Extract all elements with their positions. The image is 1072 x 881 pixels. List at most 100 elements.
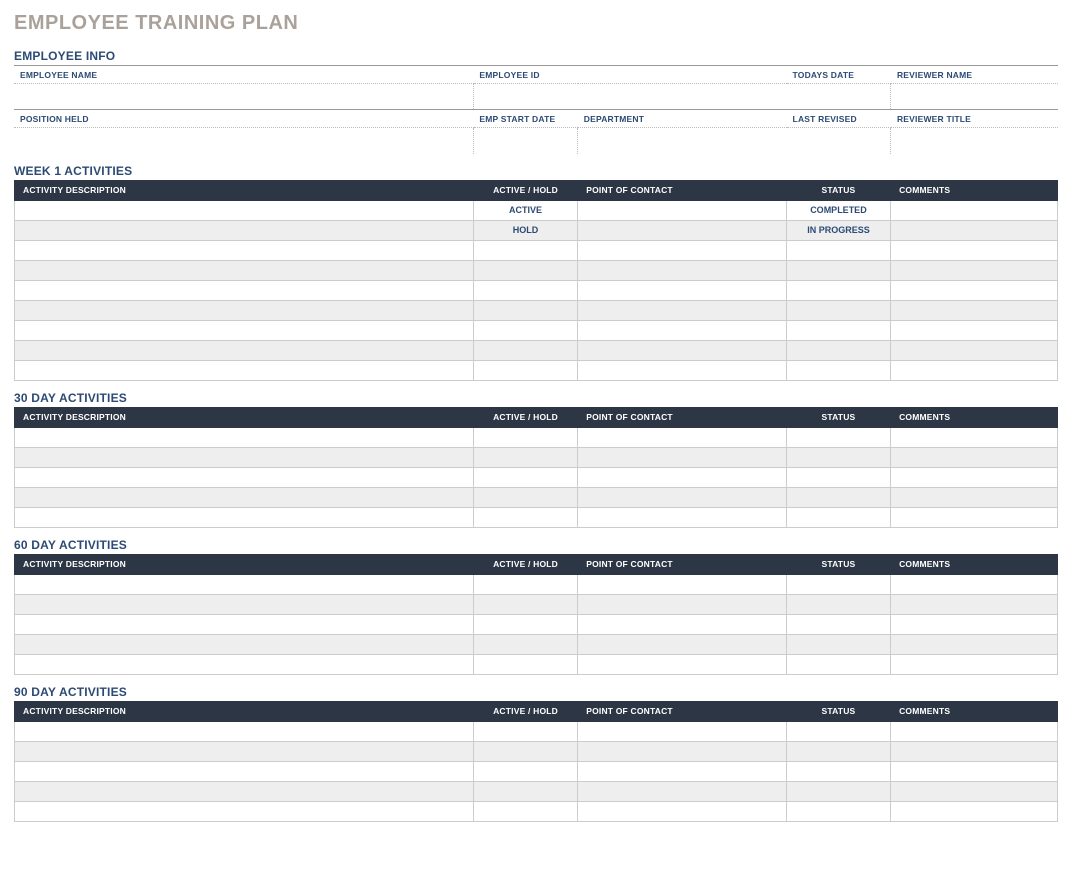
cell-active-hold[interactable]: [473, 360, 577, 380]
cell-status[interactable]: IN PROGRESS: [786, 220, 890, 240]
cell-status[interactable]: [786, 721, 890, 741]
cell-point-of-contact[interactable]: [578, 634, 787, 654]
cell-activity-description[interactable]: [15, 220, 474, 240]
cell-point-of-contact[interactable]: [578, 654, 787, 674]
cell-activity-description[interactable]: [15, 781, 474, 801]
cell-active-hold[interactable]: [473, 427, 577, 447]
cell-comments[interactable]: [891, 634, 1058, 654]
cell-comments[interactable]: [891, 360, 1058, 380]
cell-active-hold[interactable]: [473, 721, 577, 741]
cell-status[interactable]: [786, 634, 890, 654]
cell-comments[interactable]: [891, 467, 1058, 487]
input-position-held[interactable]: [14, 128, 473, 154]
cell-active-hold[interactable]: [473, 614, 577, 634]
cell-active-hold[interactable]: [473, 507, 577, 527]
cell-activity-description[interactable]: [15, 507, 474, 527]
cell-comments[interactable]: [891, 594, 1058, 614]
cell-activity-description[interactable]: [15, 594, 474, 614]
cell-activity-description[interactable]: [15, 340, 474, 360]
cell-active-hold[interactable]: [473, 447, 577, 467]
cell-point-of-contact[interactable]: [578, 360, 787, 380]
cell-active-hold[interactable]: [473, 761, 577, 781]
cell-point-of-contact[interactable]: [578, 200, 787, 220]
cell-status[interactable]: [786, 781, 890, 801]
cell-activity-description[interactable]: [15, 634, 474, 654]
cell-activity-description[interactable]: [15, 447, 474, 467]
cell-active-hold[interactable]: [473, 574, 577, 594]
cell-comments[interactable]: [891, 340, 1058, 360]
cell-active-hold[interactable]: [473, 320, 577, 340]
cell-point-of-contact[interactable]: [578, 320, 787, 340]
input-reviewer-title[interactable]: [891, 128, 1058, 154]
cell-active-hold[interactable]: [473, 634, 577, 654]
cell-point-of-contact[interactable]: [578, 574, 787, 594]
cell-status[interactable]: COMPLETED: [786, 200, 890, 220]
cell-comments[interactable]: [891, 654, 1058, 674]
cell-point-of-contact[interactable]: [578, 594, 787, 614]
cell-comments[interactable]: [891, 721, 1058, 741]
cell-point-of-contact[interactable]: [578, 761, 787, 781]
cell-status[interactable]: [786, 300, 890, 320]
cell-status[interactable]: [786, 427, 890, 447]
input-department[interactable]: [578, 128, 787, 154]
cell-status[interactable]: [786, 741, 890, 761]
cell-activity-description[interactable]: [15, 280, 474, 300]
cell-point-of-contact[interactable]: [578, 340, 787, 360]
cell-activity-description[interactable]: [15, 654, 474, 674]
cell-status[interactable]: [786, 320, 890, 340]
cell-point-of-contact[interactable]: [578, 781, 787, 801]
input-reviewer-name[interactable]: [891, 84, 1058, 110]
cell-active-hold[interactable]: [473, 340, 577, 360]
cell-active-hold[interactable]: [473, 594, 577, 614]
cell-point-of-contact[interactable]: [578, 487, 787, 507]
cell-activity-description[interactable]: [15, 467, 474, 487]
input-employee-id[interactable]: [473, 84, 577, 110]
cell-active-hold[interactable]: [473, 801, 577, 821]
cell-status[interactable]: [786, 761, 890, 781]
cell-comments[interactable]: [891, 487, 1058, 507]
cell-point-of-contact[interactable]: [578, 300, 787, 320]
cell-comments[interactable]: [891, 447, 1058, 467]
cell-status[interactable]: [786, 360, 890, 380]
cell-activity-description[interactable]: [15, 360, 474, 380]
cell-active-hold[interactable]: [473, 654, 577, 674]
cell-active-hold[interactable]: ACTIVE: [473, 200, 577, 220]
cell-status[interactable]: [786, 801, 890, 821]
cell-status[interactable]: [786, 447, 890, 467]
cell-activity-description[interactable]: [15, 200, 474, 220]
cell-activity-description[interactable]: [15, 741, 474, 761]
cell-point-of-contact[interactable]: [578, 801, 787, 821]
cell-comments[interactable]: [891, 260, 1058, 280]
cell-activity-description[interactable]: [15, 320, 474, 340]
cell-point-of-contact[interactable]: [578, 721, 787, 741]
cell-activity-description[interactable]: [15, 761, 474, 781]
cell-activity-description[interactable]: [15, 260, 474, 280]
cell-activity-description[interactable]: [15, 614, 474, 634]
cell-comments[interactable]: [891, 574, 1058, 594]
cell-activity-description[interactable]: [15, 240, 474, 260]
cell-status[interactable]: [786, 260, 890, 280]
cell-activity-description[interactable]: [15, 801, 474, 821]
cell-point-of-contact[interactable]: [578, 507, 787, 527]
cell-status[interactable]: [786, 467, 890, 487]
cell-point-of-contact[interactable]: [578, 260, 787, 280]
cell-comments[interactable]: [891, 801, 1058, 821]
cell-status[interactable]: [786, 654, 890, 674]
input-employee-name[interactable]: [14, 84, 473, 110]
cell-status[interactable]: [786, 240, 890, 260]
cell-active-hold[interactable]: [473, 240, 577, 260]
cell-point-of-contact[interactable]: [578, 240, 787, 260]
cell-activity-description[interactable]: [15, 487, 474, 507]
cell-comments[interactable]: [891, 427, 1058, 447]
cell-comments[interactable]: [891, 280, 1058, 300]
cell-comments[interactable]: [891, 761, 1058, 781]
cell-point-of-contact[interactable]: [578, 741, 787, 761]
cell-status[interactable]: [786, 487, 890, 507]
cell-active-hold[interactable]: [473, 300, 577, 320]
input-emp-start-date[interactable]: [473, 128, 577, 154]
cell-active-hold[interactable]: [473, 467, 577, 487]
cell-status[interactable]: [786, 507, 890, 527]
cell-comments[interactable]: [891, 507, 1058, 527]
cell-status[interactable]: [786, 340, 890, 360]
cell-point-of-contact[interactable]: [578, 280, 787, 300]
